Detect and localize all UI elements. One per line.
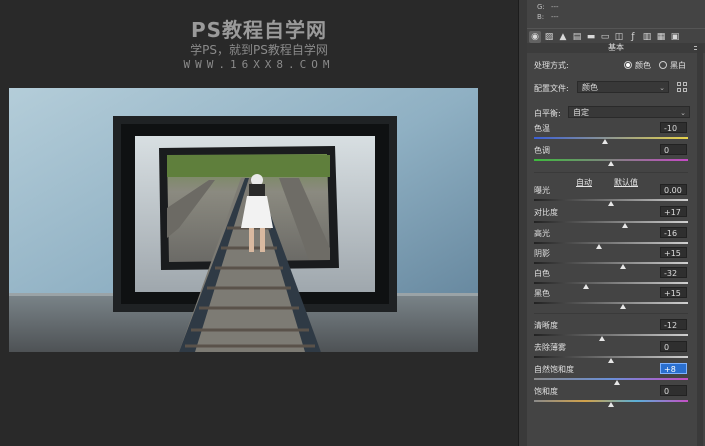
- fx-tab-icon[interactable]: ƒ: [627, 31, 639, 43]
- chevron-down-icon: ⌄: [680, 109, 686, 117]
- treatment-color-radio[interactable]: [624, 61, 632, 69]
- slider-thumb[interactable]: [608, 358, 614, 363]
- slider-value-input[interactable]: 0: [660, 385, 687, 396]
- rgb-channel-value: ---: [551, 3, 559, 11]
- slider-label: 曝光: [534, 186, 550, 195]
- rgb-channel-label: B:: [537, 13, 545, 21]
- slider-thumb[interactable]: [583, 284, 590, 289]
- default-button[interactable]: 默认值: [614, 177, 638, 188]
- slider-value-input[interactable]: +15: [660, 247, 687, 258]
- slider-label: 去除薄雾: [534, 343, 566, 352]
- slider-label: 对比度: [534, 208, 558, 217]
- auto-button[interactable]: 自动: [576, 177, 592, 188]
- hsl-tab-icon[interactable]: ▤: [571, 31, 583, 43]
- rgb-channel-value: ---: [551, 13, 559, 21]
- slider-label: 黑色: [534, 289, 550, 298]
- slider-track[interactable]: [534, 282, 688, 284]
- slider-thumb[interactable]: [620, 264, 627, 269]
- detail-tab-icon[interactable]: ▲: [557, 31, 569, 43]
- profile-label: 配置文件:: [534, 84, 569, 93]
- rgb-readout-g: G: ---: [537, 3, 565, 11]
- slider-thumb[interactable]: [608, 161, 614, 166]
- watermark-subtitle: 学PS，就到PS教程自学网: [190, 43, 328, 57]
- slider-label: 色调: [534, 146, 550, 155]
- slider-value-input[interactable]: 0: [660, 341, 687, 352]
- slider-thumb[interactable]: [608, 201, 614, 206]
- section-title: 基本: [527, 43, 705, 53]
- slider-thumb[interactable]: [598, 336, 605, 341]
- slider-track[interactable]: [534, 302, 688, 304]
- slider-value-input[interactable]: -10: [660, 122, 687, 133]
- effects-tab-icon[interactable]: ◫: [613, 31, 625, 43]
- snapshots-tab-icon[interactable]: ▣: [669, 31, 681, 43]
- watermark-title: PS教程自学网: [190, 18, 328, 42]
- slider-track[interactable]: [534, 378, 688, 380]
- slider-label: 自然饱和度: [534, 365, 574, 374]
- slider-value-input[interactable]: +8: [660, 363, 687, 374]
- chevron-down-icon: ⌄: [659, 84, 665, 92]
- photo-preview: [9, 88, 478, 352]
- slider-label: 清晰度: [534, 321, 558, 330]
- treatment-bw-label: 黑白: [670, 61, 686, 70]
- slider-track[interactable]: [534, 334, 688, 336]
- slider-track[interactable]: [534, 242, 688, 244]
- slider-value-input[interactable]: -16: [660, 227, 687, 238]
- panel-scrollbar[interactable]: [697, 44, 703, 446]
- slider-thumb[interactable]: [595, 244, 602, 249]
- slider-label: 阴影: [534, 249, 550, 258]
- slider-label: 高光: [534, 229, 550, 238]
- calibration-tab-icon[interactable]: ▥: [641, 31, 653, 43]
- slider-value-input[interactable]: 0: [660, 144, 687, 155]
- slider-track[interactable]: [534, 262, 688, 264]
- slider-label: 饱和度: [534, 387, 558, 396]
- split-toning-tab-icon[interactable]: ▬: [585, 31, 597, 43]
- slider-track[interactable]: [534, 221, 688, 223]
- lens-tab-icon[interactable]: ▭: [599, 31, 611, 43]
- rgb-channel-label: G:: [537, 3, 545, 11]
- slider-value-input[interactable]: -12: [660, 319, 687, 330]
- tone-curve-tab-icon[interactable]: ▨: [543, 31, 555, 43]
- slider-value-input[interactable]: +17: [660, 206, 687, 217]
- slider-thumb[interactable]: [608, 402, 614, 407]
- treatment-label: 处理方式:: [534, 61, 569, 70]
- divider: [534, 172, 688, 173]
- basic-tab-icon[interactable]: ◉: [529, 31, 541, 43]
- slider-thumb[interactable]: [614, 380, 621, 385]
- slider-track[interactable]: [534, 137, 688, 139]
- profile-select-value: 颜色: [582, 83, 598, 92]
- divider: [534, 313, 688, 314]
- camera-raw-panel: G: --- B: --- ◉ ▨ ▲ ▤ ▬ ▭ ◫ ƒ ▥ ▦ ▣ 基本 处理方…: [527, 0, 705, 446]
- profile-browser-icon[interactable]: [677, 82, 687, 92]
- slider-value-input[interactable]: +15: [660, 287, 687, 298]
- presets-tab-icon[interactable]: ▦: [655, 31, 667, 43]
- slider-label: 色温: [534, 124, 550, 133]
- image-canvas: PS教程自学网 学PS，就到PS教程自学网 WWW.16XX8.COM: [0, 0, 518, 446]
- profile-select[interactable]: 颜色 ⌄: [577, 81, 669, 93]
- slider-thumb[interactable]: [601, 139, 608, 144]
- rgb-readout-b: B: ---: [537, 13, 565, 21]
- slider-label: 白色: [534, 269, 550, 278]
- photo-frame-railway-image: [9, 88, 478, 352]
- slider-thumb[interactable]: [620, 304, 627, 309]
- wb-select[interactable]: 自定 ⌄: [568, 106, 690, 118]
- wb-label: 白平衡:: [534, 109, 561, 118]
- panel-divider[interactable]: [518, 0, 527, 446]
- slider-value-input[interactable]: 0.00: [660, 184, 687, 195]
- slider-thumb[interactable]: [621, 223, 628, 228]
- treatment-color-label: 颜色: [635, 61, 651, 70]
- watermark-url: WWW.16XX8.COM: [183, 58, 335, 71]
- slider-value-input[interactable]: -32: [660, 267, 687, 278]
- wb-select-value: 自定: [573, 108, 589, 117]
- section-title-text: 基本: [608, 43, 624, 52]
- treatment-bw-radio[interactable]: [659, 61, 667, 69]
